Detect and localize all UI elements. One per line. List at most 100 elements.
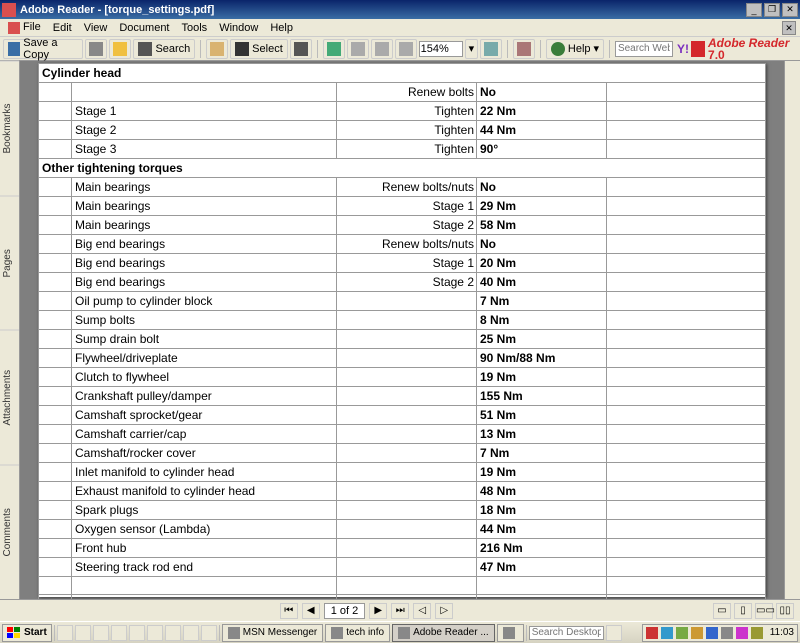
- minimize-button[interactable]: _: [746, 3, 762, 17]
- tray-icon-4[interactable]: [691, 627, 703, 639]
- menu-edit[interactable]: Edit: [47, 20, 78, 36]
- help-button[interactable]: Help▾: [546, 39, 604, 59]
- zoom-field[interactable]: [419, 41, 463, 57]
- yahoo-icon[interactable]: Y!: [677, 42, 689, 56]
- vertical-scrollbar[interactable]: [784, 61, 800, 599]
- quicklaunch-3[interactable]: [93, 625, 109, 641]
- task-icon: [228, 627, 240, 639]
- adobe-logo-icon: [691, 41, 705, 57]
- table-row: Steering track rod end47 Nm: [39, 558, 766, 577]
- print-button[interactable]: [85, 39, 107, 59]
- menu-view[interactable]: View: [78, 20, 114, 36]
- table-row: Main bearingsStage 258 Nm: [39, 216, 766, 235]
- back-button[interactable]: ◁: [413, 603, 431, 619]
- tray-icon-1[interactable]: [646, 627, 658, 639]
- menu-document[interactable]: Document: [113, 20, 175, 36]
- table-row: Stage 1Tighten22 Nm: [39, 102, 766, 121]
- tray-icon-8[interactable]: [751, 627, 763, 639]
- minus-icon: [375, 42, 389, 56]
- next-page-button[interactable]: ▶: [369, 603, 387, 619]
- table-row: Stage 3Tighten90°: [39, 140, 766, 159]
- mdi-close-button[interactable]: ✕: [782, 21, 796, 35]
- tray-icon-5[interactable]: [706, 627, 718, 639]
- hand-icon: [210, 42, 224, 56]
- brand-logo: Adobe Reader 7.0: [691, 37, 797, 61]
- binoculars-icon: [138, 42, 152, 56]
- quicklaunch-7[interactable]: [165, 625, 181, 641]
- page-indicator[interactable]: 1 of 2: [324, 603, 366, 619]
- quicklaunch-4[interactable]: [111, 625, 127, 641]
- quicklaunch-9[interactable]: [201, 625, 217, 641]
- quicklaunch-6[interactable]: [147, 625, 163, 641]
- last-page-button[interactable]: ⏭: [391, 603, 409, 619]
- taskbar-task[interactable]: MSN Messenger: [222, 624, 323, 642]
- search-desktop-input[interactable]: [529, 626, 604, 640]
- tray-icon-2[interactable]: [661, 627, 673, 639]
- task-icon: [503, 627, 515, 639]
- start-button[interactable]: Start: [2, 624, 52, 642]
- search-button[interactable]: Search: [133, 39, 195, 59]
- facing-button[interactable]: ▭▭: [755, 603, 773, 619]
- tray-icon-7[interactable]: [736, 627, 748, 639]
- zoom-plus-button[interactable]: [395, 39, 417, 59]
- select-tool-button[interactable]: Select: [230, 39, 288, 59]
- table-row: Front hub216 Nm: [39, 539, 766, 558]
- save-copy-button[interactable]: Save a Copy: [3, 39, 83, 59]
- email-button[interactable]: [109, 39, 131, 59]
- document-viewport[interactable]: Cylinder headRenew boltsNoStage 1Tighten…: [20, 61, 784, 599]
- taskbar-task[interactable]: tech info: [325, 624, 390, 642]
- forward-button[interactable]: ▷: [435, 603, 453, 619]
- zoom-in-button[interactable]: [323, 39, 345, 59]
- page-navbar: ⏮ ◀ 1 of 2 ▶ ⏭ ◁ ▷ ▭ ▯ ▭▭ ▯▯: [0, 599, 800, 621]
- taskbar-task[interactable]: [497, 624, 524, 642]
- snapshot-tool-button[interactable]: [290, 39, 312, 59]
- ebook-button[interactable]: [513, 39, 535, 59]
- menu-help[interactable]: Help: [264, 20, 299, 36]
- zoom-dropdown[interactable]: ▾: [465, 39, 479, 59]
- tray-icon-6[interactable]: [721, 627, 733, 639]
- quicklaunch-1[interactable]: [57, 625, 73, 641]
- zoom-actual-button[interactable]: [347, 39, 369, 59]
- first-page-button[interactable]: ⏮: [280, 603, 298, 619]
- search-web-input[interactable]: [615, 41, 673, 57]
- clock[interactable]: 11:03: [766, 627, 794, 638]
- menu-file[interactable]: File: [2, 19, 47, 35]
- hand-tool-button[interactable]: [206, 39, 228, 59]
- maximize-button[interactable]: ❐: [764, 3, 780, 17]
- continuous-button[interactable]: ▯: [734, 603, 752, 619]
- tab-attachments[interactable]: Attachments: [0, 330, 19, 465]
- table-row: [39, 577, 766, 595]
- table-row: Exhaust manifold to cylinder head48 Nm: [39, 482, 766, 501]
- windows-flag-icon: [7, 627, 21, 639]
- prev-page-button[interactable]: ◀: [302, 603, 320, 619]
- quicklaunch-5[interactable]: [129, 625, 145, 641]
- table-row: Oil pump to cylinder block7 Nm: [39, 292, 766, 311]
- table-row: Camshaft sprocket/gear51 Nm: [39, 406, 766, 425]
- continuous-facing-button[interactable]: ▯▯: [776, 603, 794, 619]
- table-row: Inlet manifold to cylinder head19 Nm: [39, 463, 766, 482]
- app-icon: [2, 3, 16, 17]
- rotate-button[interactable]: [480, 39, 502, 59]
- tab-comments[interactable]: Comments: [0, 465, 19, 600]
- task-icon: [331, 627, 343, 639]
- close-button[interactable]: ✕: [782, 3, 798, 17]
- tab-pages[interactable]: Pages: [0, 196, 19, 331]
- save-icon: [8, 42, 20, 56]
- menubar: File Edit View Document Tools Window Hel…: [0, 19, 800, 37]
- search-desktop-button[interactable]: [606, 625, 622, 641]
- sidebar: Bookmarks Pages Attachments Comments: [0, 61, 20, 599]
- table-row: Big end bearingsStage 240 Nm: [39, 273, 766, 292]
- tray-icon-3[interactable]: [676, 627, 688, 639]
- menu-window[interactable]: Window: [213, 20, 264, 36]
- single-page-button[interactable]: ▭: [713, 603, 731, 619]
- quicklaunch-8[interactable]: [183, 625, 199, 641]
- section-header: Cylinder head: [39, 64, 766, 83]
- table-row: Crankshaft pulley/damper155 Nm: [39, 387, 766, 406]
- menu-tools[interactable]: Tools: [176, 20, 214, 36]
- table-row: Big end bearingsStage 120 Nm: [39, 254, 766, 273]
- tab-bookmarks[interactable]: Bookmarks: [0, 61, 19, 196]
- table-row: Main bearingsRenew bolts/nutsNo: [39, 178, 766, 197]
- zoom-out-button[interactable]: [371, 39, 393, 59]
- quicklaunch-2[interactable]: [75, 625, 91, 641]
- taskbar-task[interactable]: Adobe Reader ...: [392, 624, 495, 642]
